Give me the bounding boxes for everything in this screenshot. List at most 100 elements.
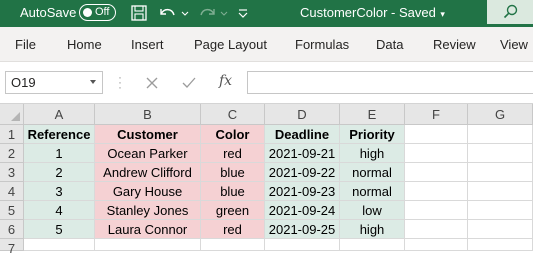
table-cell[interactable]: 2021-09-25 — [265, 220, 340, 239]
table-cell[interactable]: 1 — [24, 144, 95, 163]
name-box-value: O19 — [11, 75, 36, 90]
row-header[interactable]: 2 — [0, 144, 24, 163]
document-title-text: CustomerColor - Saved — [300, 5, 436, 20]
table-cell[interactable]: blue — [201, 182, 265, 201]
column-header-a[interactable]: A — [24, 104, 95, 125]
empty-cell[interactable] — [405, 220, 468, 239]
tab-file[interactable]: File — [15, 37, 36, 52]
undo-icon[interactable] — [157, 3, 179, 23]
empty-cell[interactable] — [405, 239, 468, 251]
formula-bar: O19 · · · fx — [0, 62, 533, 104]
header-cell[interactable]: Priority — [340, 125, 405, 144]
table-cell[interactable]: Laura Connor — [95, 220, 201, 239]
row-header[interactable]: 4 — [0, 182, 24, 201]
select-all-corner[interactable] — [0, 104, 24, 125]
table-cell[interactable]: 2021-09-23 — [265, 182, 340, 201]
empty-cell[interactable] — [405, 125, 468, 144]
table-cell[interactable]: 2021-09-22 — [265, 163, 340, 182]
tab-page-layout[interactable]: Page Layout — [194, 37, 267, 52]
empty-cell[interactable] — [405, 163, 468, 182]
tab-insert[interactable]: Insert — [131, 37, 164, 52]
header-cell[interactable]: Reference — [24, 125, 95, 144]
table-cell[interactable]: 4 — [24, 201, 95, 220]
empty-cell[interactable] — [468, 125, 533, 144]
chevron-down-icon[interactable] — [90, 80, 96, 84]
column-header-c[interactable]: C — [201, 104, 265, 125]
column-header-g[interactable]: G — [468, 104, 533, 125]
empty-cell[interactable] — [405, 182, 468, 201]
empty-cell[interactable] — [468, 144, 533, 163]
empty-cell[interactable] — [340, 239, 405, 251]
autosave-state: Off — [95, 6, 110, 18]
empty-cell[interactable] — [405, 144, 468, 163]
undo-dropdown-icon[interactable] — [180, 3, 190, 23]
qat-customize-icon[interactable] — [236, 3, 250, 23]
search-icon — [503, 4, 518, 19]
table-cell[interactable]: green — [201, 201, 265, 220]
table-cell[interactable]: 3 — [24, 182, 95, 201]
document-title[interactable]: CustomerColor - Saved ▾ — [300, 5, 445, 20]
row-header[interactable]: 5 — [0, 201, 24, 220]
empty-cell[interactable] — [95, 239, 201, 251]
table-cell[interactable]: red — [201, 220, 265, 239]
empty-cell[interactable] — [468, 163, 533, 182]
worksheet-grid: A B C D E F G 1 Reference Customer Color Dea… — [0, 104, 533, 264]
empty-cell[interactable] — [24, 239, 95, 251]
tab-view[interactable]: View — [500, 37, 528, 52]
row-header[interactable]: 1 — [0, 125, 24, 144]
header-cell[interactable]: Color — [201, 125, 265, 144]
table-cell[interactable]: Gary House — [95, 182, 201, 201]
empty-cell[interactable] — [468, 220, 533, 239]
autosave-toggle[interactable]: Off — [79, 4, 116, 21]
tab-home[interactable]: Home — [67, 37, 102, 52]
formula-input[interactable] — [247, 71, 533, 94]
column-header-e[interactable]: E — [340, 104, 405, 125]
table-cell[interactable]: normal — [340, 182, 405, 201]
table-cell[interactable]: 2021-09-21 — [265, 144, 340, 163]
row-header[interactable]: 3 — [0, 163, 24, 182]
insert-function-icon[interactable]: fx — [219, 73, 232, 89]
table-cell[interactable]: blue — [201, 163, 265, 182]
empty-cell[interactable] — [201, 239, 265, 251]
table-cell[interactable]: high — [340, 144, 405, 163]
cancel-icon[interactable] — [145, 76, 159, 90]
row-header[interactable]: 7 — [0, 239, 24, 256]
empty-cell[interactable] — [468, 239, 533, 251]
title-bar: AutoSave Off CustomerColor - Saved ▾ — [0, 0, 533, 27]
ribbon-tabs: File Home Insert Page Layout Formulas Da… — [0, 27, 533, 62]
redo-icon[interactable] — [196, 3, 218, 23]
table-cell[interactable]: 5 — [24, 220, 95, 239]
table-cell[interactable]: 2 — [24, 163, 95, 182]
table-cell[interactable]: red — [201, 144, 265, 163]
empty-cell[interactable] — [265, 239, 340, 251]
autosave-label: AutoSave — [20, 5, 77, 20]
toggle-knob — [83, 8, 92, 17]
redo-dropdown-icon[interactable] — [219, 3, 229, 23]
name-box[interactable]: O19 — [5, 71, 103, 94]
empty-cell[interactable] — [468, 201, 533, 220]
tab-formulas[interactable]: Formulas — [295, 37, 349, 52]
table-cell[interactable]: high — [340, 220, 405, 239]
table-cell[interactable]: 2021-09-24 — [265, 201, 340, 220]
save-icon[interactable] — [130, 3, 148, 23]
column-header-f[interactable]: F — [405, 104, 468, 125]
column-header-b[interactable]: B — [95, 104, 201, 125]
table-cell[interactable]: Andrew Clifford — [95, 163, 201, 182]
formula-bar-splitter-icon[interactable]: · · · — [118, 71, 122, 93]
column-header-d[interactable]: D — [265, 104, 340, 125]
row-header[interactable]: 6 — [0, 220, 24, 239]
enter-icon[interactable] — [181, 76, 197, 90]
empty-cell[interactable] — [468, 182, 533, 201]
table-cell[interactable]: Stanley Jones — [95, 201, 201, 220]
table-cell[interactable]: Ocean Parker — [95, 144, 201, 163]
title-dropdown-icon: ▾ — [437, 9, 445, 19]
table-cell[interactable]: low — [340, 201, 405, 220]
header-cell[interactable]: Customer — [95, 125, 201, 144]
tab-data[interactable]: Data — [376, 37, 403, 52]
empty-cell[interactable] — [405, 201, 468, 220]
header-cell[interactable]: Deadline — [265, 125, 340, 144]
search-box[interactable] — [487, 0, 533, 24]
tab-review[interactable]: Review — [433, 37, 476, 52]
select-all-icon — [11, 112, 20, 121]
table-cell[interactable]: normal — [340, 163, 405, 182]
